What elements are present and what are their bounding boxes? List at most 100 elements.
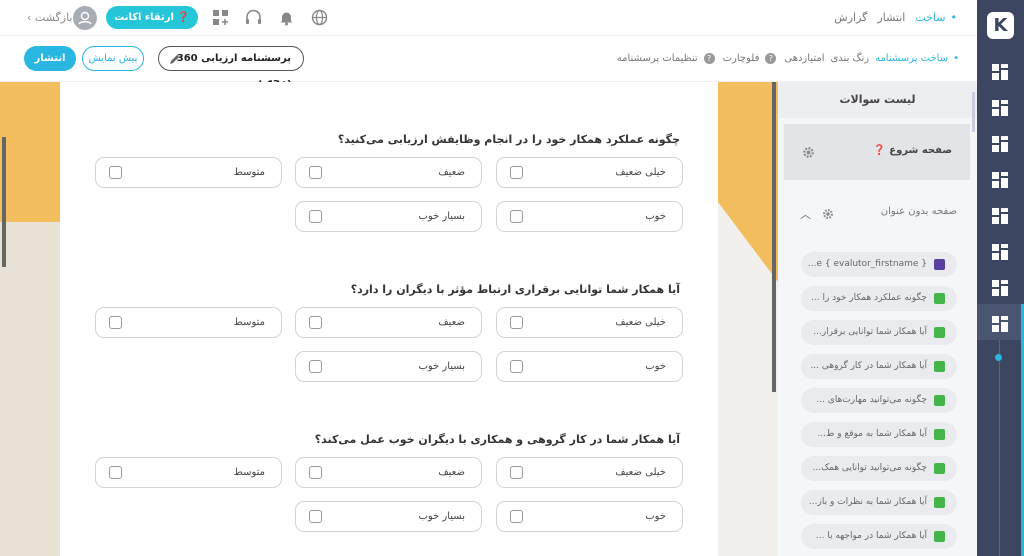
- checkbox-question-icon: [934, 395, 945, 406]
- user-avatar[interactable]: [73, 6, 97, 30]
- rail-grid-icon[interactable]: [991, 207, 1009, 225]
- checkbox[interactable]: [309, 210, 322, 223]
- option-average[interactable]: متوسط: [95, 457, 282, 488]
- canvas-scrollbar[interactable]: [772, 82, 776, 392]
- option-label: ضعیف: [438, 467, 465, 478]
- checkbox[interactable]: [510, 166, 523, 179]
- checkbox[interactable]: [309, 316, 322, 329]
- checkbox[interactable]: [309, 166, 322, 179]
- question-list-item[interactable]: آیا همکار شما به نظرات و باز...: [801, 490, 957, 515]
- rail-timeline-dot: [995, 354, 1002, 361]
- question-list-item[interactable]: چگونه می‌توانید توانایی همک...: [801, 456, 957, 481]
- support-icon[interactable]: [245, 9, 262, 26]
- tab-scoring[interactable]: امتیازدهی: [784, 53, 824, 64]
- option-very-good[interactable]: بسیار خوب: [295, 501, 482, 532]
- canvas-scrollbar-left[interactable]: [2, 137, 6, 267]
- chevron-up-icon[interactable]: ︿: [800, 206, 811, 222]
- gear-icon[interactable]: [822, 208, 834, 220]
- preview-button[interactable]: پیش نمایش: [82, 46, 144, 71]
- option-label: خوب: [645, 361, 666, 372]
- tab-color[interactable]: رنگ بندی: [830, 53, 869, 64]
- add-widget-icon[interactable]: [212, 9, 229, 26]
- question-list-item[interactable]: آیا همکار شما به موقع و ط...: [801, 422, 957, 447]
- rail-grid-icon[interactable]: [991, 63, 1009, 81]
- upgrade-account-button[interactable]: ارتقاء اکانت ❓: [106, 6, 198, 29]
- option-very-weak[interactable]: خیلی ضعیف: [496, 307, 683, 338]
- option-label: متوسط: [233, 317, 265, 328]
- rail-grid-icon[interactable]: [991, 171, 1009, 189]
- option-very-good[interactable]: بسیار خوب: [295, 201, 482, 232]
- option-good[interactable]: خوب: [496, 201, 683, 232]
- top-nav-build[interactable]: ساخت: [915, 11, 957, 24]
- tab-flowchart[interactable]: فلوچارت: [723, 53, 760, 64]
- checkbox[interactable]: [309, 466, 322, 479]
- option-very-weak[interactable]: خیلی ضعیف: [496, 157, 683, 188]
- app-logo[interactable]: K: [987, 12, 1014, 39]
- start-page-item[interactable]: صفحه شروع ❓: [784, 124, 970, 180]
- checkbox[interactable]: [109, 316, 122, 329]
- question-title[interactable]: آیا همکار شما توانایی برقراری ارتباط مؤث…: [351, 283, 680, 296]
- question-title[interactable]: چگونه عملکرد همکار خود را در انجام وظایف…: [338, 133, 680, 146]
- option-label: خیلی ضعیف: [615, 467, 666, 478]
- back-link[interactable]: ‹ بازگشت: [27, 11, 72, 24]
- checkbox[interactable]: [510, 466, 523, 479]
- rail-grid-icon[interactable]: [991, 315, 1009, 333]
- checkbox[interactable]: [510, 510, 523, 523]
- rail-grid-icon[interactable]: [991, 279, 1009, 297]
- question-list-label: چگونه می‌توانید توانایی همک...: [812, 463, 927, 473]
- option-label: متوسط: [233, 467, 265, 478]
- checkbox[interactable]: [510, 360, 523, 373]
- top-nav-report[interactable]: گزارش: [834, 11, 867, 24]
- question-list-item[interactable]: آیا همکار شما در کار گروهی ...: [801, 354, 957, 379]
- checkbox-question-icon: [934, 463, 945, 474]
- question-list-label: { evalutor_firstname } e...: [807, 259, 927, 269]
- questions-panel: لیست سوالات صفحه شروع ❓ صفحه بدون عنوان …: [778, 82, 977, 556]
- tab-survey-settings[interactable]: تنظیمات پرسشنامه: [617, 53, 698, 64]
- help-icon[interactable]: ?: [765, 53, 777, 64]
- option-label: ضعیف: [438, 317, 465, 328]
- option-weak[interactable]: ضعیف: [295, 457, 482, 488]
- question-title[interactable]: آیا همکار شما در کار گروهی و همکاری با د…: [315, 433, 680, 446]
- question-list-item[interactable]: آیا همکار شما در مواجهه با ...: [801, 524, 957, 549]
- pencil-icon[interactable]: [169, 53, 181, 65]
- option-label: خوب: [645, 211, 666, 222]
- decoration-left-beige: [0, 222, 60, 556]
- app-rail: K: [977, 0, 1024, 556]
- question-list-item[interactable]: چگونه می‌توانید مهارت‌های ...: [801, 388, 957, 413]
- publish-button[interactable]: انتشار: [24, 46, 76, 71]
- checkbox[interactable]: [309, 510, 322, 523]
- checkbox[interactable]: [309, 360, 322, 373]
- option-average[interactable]: متوسط: [95, 157, 282, 188]
- rail-grid-icon[interactable]: [991, 135, 1009, 153]
- checkbox[interactable]: [109, 166, 122, 179]
- checkbox[interactable]: [510, 210, 523, 223]
- untitled-page-label[interactable]: صفحه بدون عنوان: [881, 206, 957, 217]
- option-weak[interactable]: ضعیف: [295, 157, 482, 188]
- question-list-item[interactable]: آیا همکار شما توانایی برقرار...: [801, 320, 957, 345]
- option-average[interactable]: متوسط: [95, 307, 282, 338]
- question-list-item[interactable]: { evalutor_firstname } e...: [801, 252, 957, 277]
- option-good[interactable]: خوب: [496, 501, 683, 532]
- help-icon[interactable]: ?: [703, 53, 715, 64]
- question-list-item[interactable]: چگونه عملکرد همکار خود را ...: [801, 286, 957, 311]
- globe-icon[interactable]: [311, 9, 328, 26]
- checkbox[interactable]: [510, 316, 523, 329]
- option-very-good[interactable]: بسیار خوب: [295, 351, 482, 382]
- panel-scrollbar[interactable]: [972, 92, 975, 132]
- option-very-weak[interactable]: خیلی ضعیف: [496, 457, 683, 488]
- rail-grid-icon[interactable]: [991, 243, 1009, 261]
- checkbox-question-icon: [934, 497, 945, 508]
- checkbox-question-icon: [934, 327, 945, 338]
- option-weak[interactable]: ضعیف: [295, 307, 482, 338]
- gear-icon[interactable]: [802, 146, 815, 159]
- rail-grid-icon[interactable]: [991, 99, 1009, 117]
- top-nav: ساخت انتشار گزارش: [834, 11, 957, 24]
- survey-title-field[interactable]: پرسشنامه ارزیابی 360 درجه ۰: [158, 46, 304, 87]
- top-bar: ساخت انتشار گزارش ‹ بازگشت ارتقاء اکانت …: [0, 0, 977, 36]
- top-nav-publish[interactable]: انتشار: [877, 11, 905, 24]
- checkbox[interactable]: [109, 466, 122, 479]
- tab-build-survey[interactable]: ساخت پرسشنامه: [875, 53, 959, 64]
- back-label: بازگشت: [34, 11, 73, 24]
- bell-icon[interactable]: [278, 9, 295, 26]
- option-good[interactable]: خوب: [496, 351, 683, 382]
